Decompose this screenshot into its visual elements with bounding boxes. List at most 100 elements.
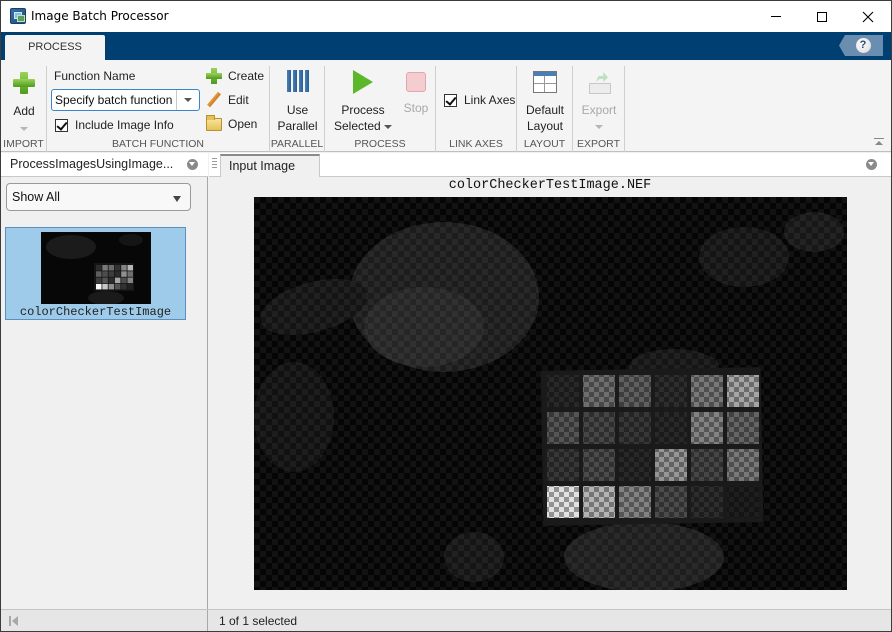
thumbnail-patch	[114, 271, 121, 277]
default-layout-label-line2: Layout	[526, 119, 564, 133]
section-import: Add IMPORT	[1, 66, 47, 152]
image-thumbnail	[41, 232, 151, 304]
process-selected-label-line1: Process	[341, 103, 385, 117]
stop-button[interactable]: Stop	[399, 70, 433, 116]
section-label-batch-function: BATCH FUNCTION	[112, 138, 204, 150]
process-selected-button[interactable]: Process Selected	[331, 70, 395, 134]
create-label: Create	[228, 69, 265, 83]
input-image-display[interactable]	[254, 197, 847, 590]
function-name-dropdown-button[interactable]	[176, 90, 199, 110]
first-image-icon[interactable]	[9, 616, 19, 626]
patch-texture	[655, 449, 687, 481]
link-axes-checkbox[interactable]: Link Axes	[444, 93, 515, 107]
use-parallel-label-line1: Use	[286, 103, 309, 117]
patch-texture	[691, 412, 723, 444]
thumbnail-patch	[121, 277, 127, 284]
patch-texture	[619, 375, 651, 407]
filter-dropdown[interactable]: Show All	[6, 183, 191, 211]
section-link-axes: Link Axes LINK AXES	[436, 66, 517, 152]
patch-texture	[619, 486, 651, 518]
section-label-layout: LAYOUT	[523, 138, 566, 150]
patch-texture	[655, 486, 687, 518]
window-title: Image Batch Processor	[31, 9, 169, 23]
patch-texture	[547, 449, 579, 481]
add-button[interactable]: Add	[1, 72, 47, 136]
patch-texture	[691, 449, 723, 481]
use-parallel-button[interactable]: Use Parallel	[270, 70, 325, 134]
export-dropdown-icon	[595, 124, 603, 129]
patch-texture	[727, 449, 759, 481]
maximize-button[interactable]	[799, 1, 845, 32]
section-layout: Default Layout LAYOUT	[517, 66, 573, 152]
thumbnail-patch	[127, 283, 133, 290]
add-dropdown-icon	[20, 126, 28, 131]
image-browser-panel: ProcessImagesUsingImage... Show All colo…	[1, 153, 208, 609]
image-browser-header: ProcessImagesUsingImage...	[1, 153, 208, 177]
image-browser-title: ProcessImagesUsingImage...	[10, 157, 174, 171]
edit-label: Edit	[228, 93, 249, 107]
section-label-parallel: PARALLEL	[270, 138, 324, 150]
section-label-link-axes: LINK AXES	[449, 138, 503, 150]
use-parallel-label-line2: Parallel	[277, 119, 318, 133]
edit-button[interactable]: Edit	[206, 92, 249, 108]
open-button[interactable]: Open	[206, 114, 257, 131]
section-label-import: IMPORT	[3, 138, 44, 150]
thumbnail-patch	[127, 277, 133, 284]
function-name-input[interactable]	[52, 90, 176, 110]
toolstrip: Add IMPORT BATCH FUNCTION Function Name …	[1, 60, 891, 152]
default-layout-button[interactable]: Default Layout	[517, 71, 573, 134]
link-axes-check-icon	[444, 93, 457, 107]
thumbnail-patch	[96, 277, 102, 284]
default-layout-label-line1: Default	[525, 103, 565, 117]
create-button[interactable]: Create	[206, 68, 264, 84]
help-button[interactable]: ?	[839, 35, 883, 56]
thumbnail-patch	[96, 283, 102, 290]
function-name-combobox[interactable]	[51, 89, 200, 111]
tab-process[interactable]: PROCESS	[5, 35, 105, 60]
section-process: Process Selected Stop PROCESS	[325, 66, 436, 152]
thumbnail-patch	[121, 271, 127, 277]
patch-texture	[691, 375, 723, 407]
process-dropdown-icon	[384, 124, 393, 129]
parallel-icon	[286, 70, 310, 92]
image-thumbnail-label: colorCheckerTestImage	[19, 305, 172, 319]
minimize-button[interactable]	[753, 1, 799, 32]
panel-menu-icon[interactable]	[187, 159, 198, 170]
patch-texture	[547, 375, 579, 407]
image-title: colorCheckerTestImage.NEF	[448, 178, 652, 193]
image-viewer-panel: Input Image colorCheckerTestImage.NEF	[209, 153, 891, 609]
thumbnail-patch	[102, 265, 108, 271]
folder-icon	[206, 114, 222, 131]
chevron-down-icon	[173, 196, 181, 202]
patch-texture	[547, 486, 579, 518]
collapse-toolstrip-icon[interactable]	[874, 138, 884, 146]
tab-input-image[interactable]: Input Image	[220, 154, 320, 177]
selection-status: 1 of 1 selected	[219, 614, 298, 628]
input-image-graphic	[254, 197, 847, 590]
app-icon	[10, 8, 26, 24]
chevron-down-icon	[184, 98, 192, 102]
section-parallel: Use Parallel PARALLEL	[270, 66, 325, 152]
patch-texture	[691, 486, 723, 518]
close-icon	[862, 11, 874, 22]
viewer-menu-icon[interactable]	[866, 159, 877, 170]
patch-texture	[727, 375, 759, 407]
thumbnail-patch	[114, 265, 121, 271]
include-image-info-checkbox[interactable]: Include Image Info	[55, 118, 174, 132]
status-bar: 1 of 1 selected	[1, 609, 891, 631]
function-name-label: Function Name	[54, 69, 136, 83]
thumbnail-patch	[102, 271, 108, 277]
stop-label: Stop	[403, 101, 429, 115]
patch-texture	[727, 486, 759, 518]
thumbnail-patch	[114, 277, 121, 284]
close-button[interactable]	[845, 1, 891, 32]
patch-texture	[655, 412, 687, 444]
export-button[interactable]: Export	[573, 71, 625, 134]
ribbon-tabstrip: PROCESS ?	[1, 32, 891, 60]
patch-texture	[583, 486, 615, 518]
image-thumbnail-item[interactable]: colorCheckerTestImage	[5, 227, 186, 320]
add-icon	[13, 72, 35, 94]
drag-grip-icon[interactable]	[212, 158, 217, 170]
thumbnail-patch	[114, 283, 121, 290]
add-label: Add	[13, 104, 35, 118]
